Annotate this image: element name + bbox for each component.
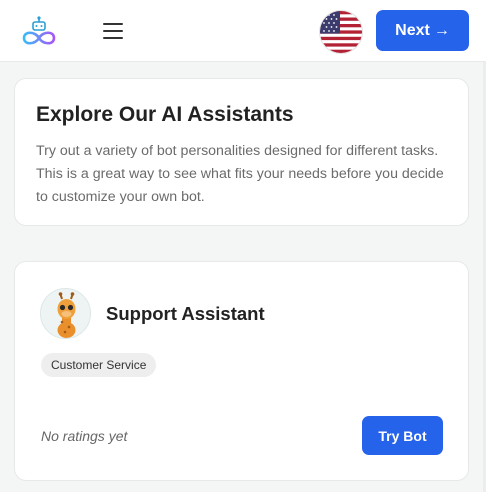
rating-status: No ratings yet <box>41 428 128 444</box>
next-button[interactable]: Next → <box>376 10 469 51</box>
bot-name: Support Assistant <box>106 303 265 324</box>
giraffe-avatar-icon <box>40 288 91 339</box>
try-bot-button[interactable]: Try Bot <box>362 416 443 455</box>
intro-card: Explore Our AI Assistants Try out a vari… <box>14 78 469 226</box>
category-tag: Customer Service <box>41 353 157 377</box>
intro-description: Try out a variety of bot personalities d… <box>36 143 444 205</box>
infinity-robot-logo-icon[interactable] <box>20 16 60 48</box>
arrow-right-icon: → <box>433 21 450 39</box>
us-flag-icon[interactable] <box>320 11 362 53</box>
next-button-label: Next <box>395 21 430 39</box>
bot-card: Support Assistant Customer Service No ra… <box>14 261 469 481</box>
page-title: Explore Our AI Assistants <box>36 103 294 126</box>
hamburger-menu-icon[interactable] <box>102 21 124 41</box>
top-bar: Next → <box>0 0 486 62</box>
